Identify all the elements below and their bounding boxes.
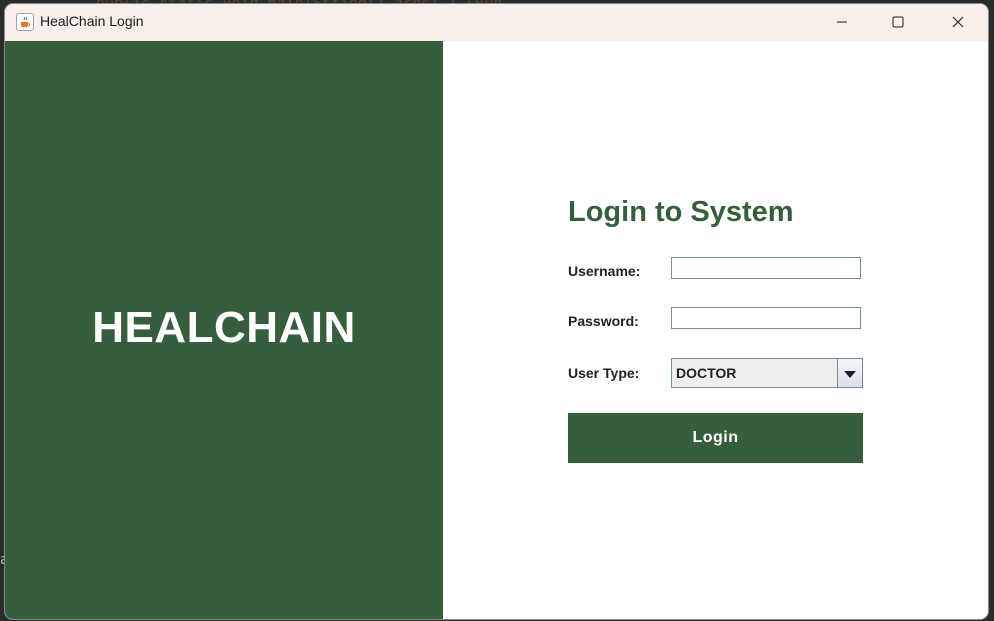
password-label: Password: [568, 313, 639, 329]
maximize-icon [892, 13, 904, 32]
user-type-value: DOCTOR [676, 365, 737, 381]
title-bar[interactable]: HealChain Login [5, 4, 988, 41]
brand-title: HEALCHAIN [92, 303, 356, 352]
window-title: HealChain Login [40, 13, 144, 29]
dropdown-arrow-button[interactable] [837, 359, 862, 387]
chevron-down-icon [844, 364, 856, 383]
username-field[interactable] [671, 257, 861, 279]
login-window: HealChain Login HEALCHAIN Login to Syste… [5, 4, 988, 619]
username-label: Username: [568, 263, 641, 279]
maximize-button[interactable] [869, 4, 927, 41]
close-button[interactable] [929, 4, 987, 41]
user-type-select[interactable]: DOCTOR [671, 358, 863, 388]
user-type-label: User Type: [568, 365, 640, 381]
password-field[interactable] [671, 307, 861, 329]
java-cup-icon [16, 13, 34, 31]
login-button[interactable]: Login [568, 413, 863, 463]
minimize-icon [836, 13, 848, 32]
content-area: HEALCHAIN Login to System Username: Pass… [5, 41, 988, 619]
minimize-button[interactable] [813, 4, 871, 41]
brand-panel: HEALCHAIN [5, 41, 443, 619]
close-icon [952, 13, 964, 32]
form-title: Login to System [568, 196, 794, 228]
